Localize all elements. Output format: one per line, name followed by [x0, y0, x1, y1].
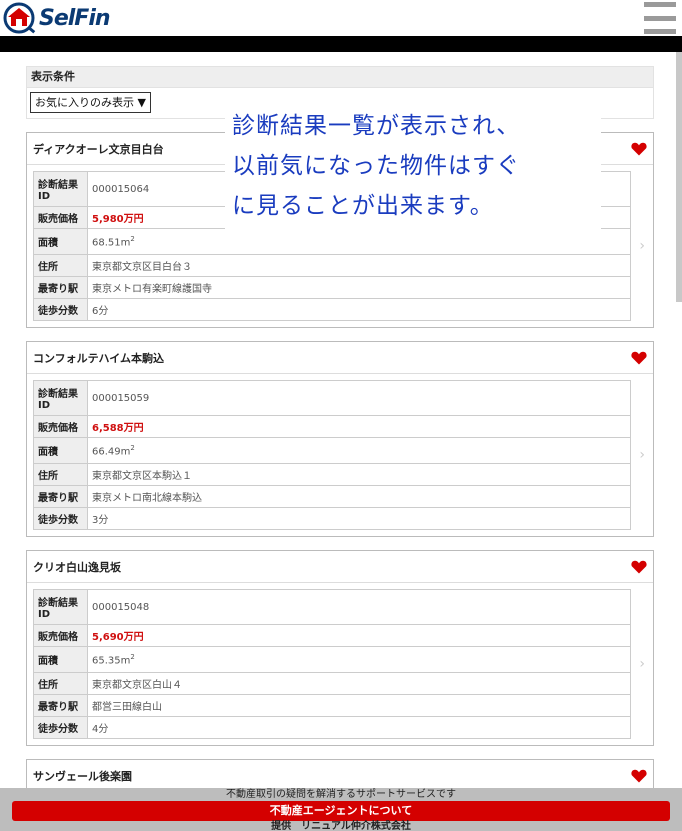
annotation-line: に見ることが出来ます。	[232, 193, 494, 219]
label-address: 住所	[33, 254, 88, 277]
area-superscript: 2	[130, 443, 135, 452]
chevron-right-icon[interactable]: ›	[639, 656, 645, 672]
value-area: 66.49m2	[87, 437, 631, 464]
property-details-table: 診断結果ID 000015059 販売価格 6,588万円 面積 66.49m2 住所…	[33, 380, 631, 530]
label-price: 販売価格	[33, 624, 88, 647]
annotation-line: 診断結果一覧が表示され、	[232, 113, 521, 139]
hamburger-menu-icon[interactable]	[644, 1, 676, 35]
value-area-number: 65.35m	[92, 655, 131, 667]
annotation-overlay: 診断結果一覧が表示され、 以前気になった物件はすぐ に見ることが出来ます。	[225, 96, 601, 233]
agent-info-button[interactable]: 不動産エージェントについて	[12, 801, 670, 821]
table-row: 面積 66.49m2	[33, 437, 631, 464]
value-id: 000015059	[87, 380, 631, 416]
footer: 不動産取引の疑問を解消するサポートサービスです 不動産エージェントについて 提供…	[0, 788, 682, 831]
value-price: 5,690万円	[87, 624, 631, 647]
property-card[interactable]: コンフォルテハイム本駒込 診断結果ID 000015059 販売価格 6,588万円…	[26, 341, 654, 537]
house-logo-icon	[3, 2, 36, 34]
table-row: 住所 東京都文京区目白台３	[33, 254, 631, 277]
table-row: 最寄り駅 東京メトロ南北線本駒込	[33, 485, 631, 508]
property-name[interactable]: クリオ白山逸見坂	[33, 559, 121, 575]
table-row: 診断結果ID 000015048	[33, 589, 631, 625]
value-station: 東京メトロ南北線本駒込	[87, 485, 631, 508]
property-name[interactable]: サンヴェール後楽園	[33, 768, 132, 784]
table-row: 最寄り駅 東京メトロ有楽町線護国寺	[33, 276, 631, 299]
table-row: 最寄り駅 都営三田線白山	[33, 694, 631, 717]
label-station: 最寄り駅	[33, 276, 88, 299]
label-price: 販売価格	[33, 206, 88, 229]
value-area-number: 66.49m	[92, 446, 131, 458]
table-row: 診断結果ID 000015059	[33, 380, 631, 416]
display-conditions-title: 表示条件	[27, 67, 653, 87]
table-row: 住所 東京都文京区本駒込１	[33, 463, 631, 486]
value-address: 東京都文京区白山４	[87, 672, 631, 695]
heart-icon[interactable]	[631, 351, 647, 365]
label-station: 最寄り駅	[33, 694, 88, 717]
value-station: 都営三田線白山	[87, 694, 631, 717]
value-address: 東京都文京区本駒込１	[87, 463, 631, 486]
chevron-right-icon[interactable]: ›	[639, 238, 645, 254]
area-superscript: 2	[130, 234, 135, 243]
label-walk: 徒歩分数	[33, 716, 88, 739]
value-price: 6,588万円	[87, 415, 631, 438]
value-walk: 6分	[87, 298, 631, 321]
table-row: 販売価格 5,690万円	[33, 624, 631, 647]
value-area: 65.35m2	[87, 646, 631, 673]
filter-select[interactable]: お気に入りのみ表示 ▼	[30, 92, 151, 113]
label-station: 最寄り駅	[33, 485, 88, 508]
label-price: 販売価格	[33, 415, 88, 438]
property-name[interactable]: コンフォルテハイム本駒込	[33, 350, 164, 366]
property-name[interactable]: ディアクオーレ文京目白台	[33, 141, 164, 157]
property-card-header: クリオ白山逸見坂	[27, 551, 653, 583]
heart-icon[interactable]	[631, 769, 647, 783]
table-row: 面積 65.35m2	[33, 646, 631, 673]
table-row: 徒歩分数 6分	[33, 298, 631, 321]
logo[interactable]: SelFin	[2, 1, 111, 35]
value-station: 東京メトロ有楽町線護国寺	[87, 276, 631, 299]
label-id: 診断結果ID	[33, 380, 88, 416]
property-details-table: 診断結果ID 000015048 販売価格 5,690万円 面積 65.35m2 住所…	[33, 589, 631, 739]
chevron-right-icon[interactable]: ›	[639, 447, 645, 463]
value-address: 東京都文京区目白台３	[87, 254, 631, 277]
value-walk: 4分	[87, 716, 631, 739]
property-card-header: コンフォルテハイム本駒込	[27, 342, 653, 374]
label-address: 住所	[33, 672, 88, 695]
value-id: 000015048	[87, 589, 631, 625]
table-row: 販売価格 6,588万円	[33, 415, 631, 438]
header: SelFin	[0, 0, 682, 36]
value-walk: 3分	[87, 507, 631, 530]
label-walk: 徒歩分数	[33, 507, 88, 530]
logo-text: SelFin	[39, 5, 111, 31]
label-id: 診断結果ID	[33, 171, 88, 207]
table-row: 徒歩分数 4分	[33, 716, 631, 739]
footer-provider: 提供 リニュアル仲介株式会社	[271, 821, 411, 831]
table-row: 徒歩分数 3分	[33, 507, 631, 530]
label-address: 住所	[33, 463, 88, 486]
value-area-number: 68.51m	[92, 237, 131, 249]
label-area: 面積	[33, 228, 88, 255]
label-walk: 徒歩分数	[33, 298, 88, 321]
heart-icon[interactable]	[631, 560, 647, 574]
footer-note: 不動産取引の疑問を解消するサポートサービスです	[226, 789, 456, 800]
label-area: 面積	[33, 646, 88, 673]
table-row: 住所 東京都文京区白山４	[33, 672, 631, 695]
annotation-line: 以前気になった物件はすぐ	[232, 153, 520, 179]
heart-icon[interactable]	[631, 142, 647, 156]
label-id: 診断結果ID	[33, 589, 88, 625]
label-area: 面積	[33, 437, 88, 464]
header-divider-bar	[0, 36, 682, 52]
area-superscript: 2	[130, 652, 135, 661]
property-card[interactable]: クリオ白山逸見坂 診断結果ID 000015048 販売価格 5,690万円 面積 6…	[26, 550, 654, 746]
